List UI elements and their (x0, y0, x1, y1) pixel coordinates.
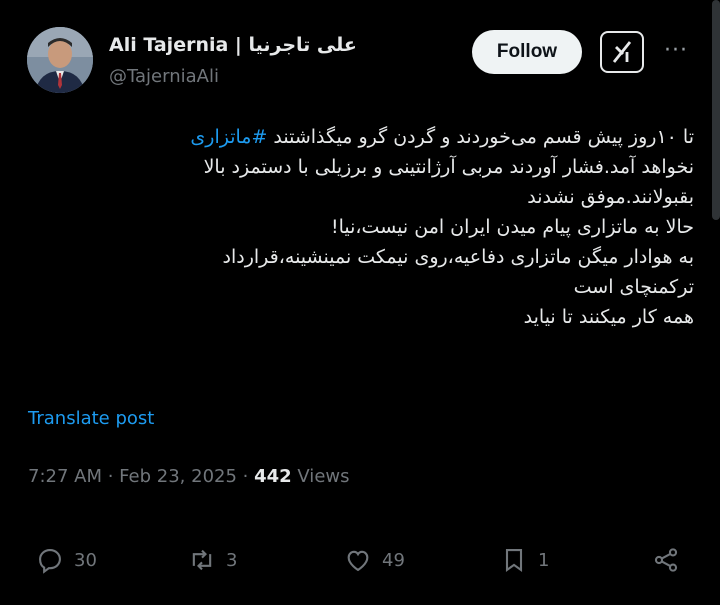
bookmark-count: 1 (538, 549, 550, 571)
repost-button[interactable]: 3 (188, 546, 237, 574)
share-button[interactable] (652, 546, 680, 574)
tweet-line-4: حالا به ماتزاری پیام میدن ایران امن نیست… (331, 216, 694, 238)
views-label: Views (291, 466, 350, 487)
author-name-row[interactable]: Ali Tajernia | علی تاجرنیا (109, 34, 357, 56)
more-icon[interactable]: ··· (664, 38, 688, 63)
tweet-line-6: ترکمنچای است (573, 276, 694, 298)
like-count: 49 (382, 549, 405, 571)
tweet-line-3: بقبولانند.موفق نشدند (527, 186, 694, 208)
translate-post-link[interactable]: Translate post (28, 408, 154, 429)
share-icon (654, 548, 678, 572)
tweet-date[interactable]: Feb 23, 2025 (119, 466, 237, 487)
tweet-line-1: تا ۱۰روز پیش قسم می‌خوردند و گردن گرو می… (24, 122, 694, 152)
meta-separator: · (236, 466, 255, 487)
like-icon (347, 550, 369, 572)
tweet-line-7: همه کار میکنند تا نیاید (523, 306, 694, 328)
tweet-line-1-text: تا ۱۰روز پیش قسم می‌خوردند و گردن گرو می… (267, 126, 694, 148)
reply-icon (39, 549, 61, 574)
avatar[interactable] (27, 27, 93, 93)
action-bar: 30 3 49 1 (0, 540, 720, 584)
bookmark-icon (505, 549, 523, 572)
repost-icon (192, 549, 212, 571)
bookmark-button[interactable]: 1 (500, 546, 549, 574)
meta-separator: · (102, 466, 120, 487)
tweet-line-5: به هوادار میگن ماتزاری دفاعیه،روی نیمکت … (222, 246, 694, 268)
scrollbar[interactable] (712, 0, 720, 220)
follow-button[interactable]: Follow (472, 30, 582, 74)
hashtag-link[interactable]: #ماتزاری (190, 126, 267, 148)
like-button[interactable]: 49 (344, 546, 405, 574)
views-count: 442 (254, 466, 292, 487)
author-name[interactable]: Ali Tajernia | علی تاجرنیا (109, 34, 357, 56)
reply-count: 30 (74, 549, 97, 571)
tweet-text: تا ۱۰روز پیش قسم می‌خوردند و گردن گرو می… (24, 122, 694, 332)
repost-count: 3 (226, 549, 238, 571)
tweet-time[interactable]: 7:27 AM (28, 466, 102, 487)
tweet-line-2: نخواهد آمد.فشار آوردند مربی آرژانتینی و … (203, 156, 694, 178)
tweet-meta: 7:27 AM · Feb 23, 2025 · 442 Views (28, 466, 350, 487)
author-handle[interactable]: @TajerniaAli (109, 66, 219, 87)
grok-icon[interactable] (600, 31, 644, 73)
reply-button[interactable]: 30 (36, 546, 97, 574)
